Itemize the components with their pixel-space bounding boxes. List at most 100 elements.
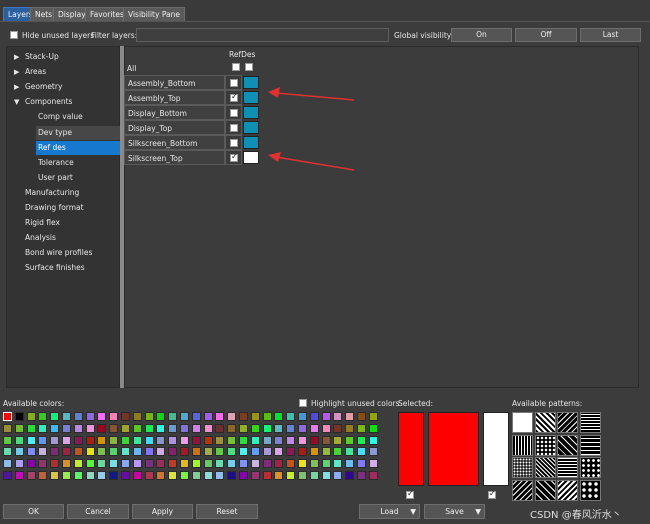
- palette-color-cell[interactable]: [345, 423, 355, 433]
- palette-color-cell[interactable]: [203, 459, 213, 469]
- global-last-button[interactable]: Last: [580, 28, 641, 42]
- palette-color-cell[interactable]: [191, 423, 201, 433]
- palette-color-cell[interactable]: [3, 412, 12, 421]
- palette-color-cell[interactable]: [3, 435, 12, 445]
- palette-color-cell[interactable]: [298, 423, 307, 433]
- palette-color-cell[interactable]: [38, 423, 48, 433]
- palette-color-cell[interactable]: [357, 447, 366, 457]
- layer-color-swatch[interactable]: [243, 76, 259, 89]
- palette-color-cell[interactable]: [144, 412, 154, 421]
- palette-color-cell[interactable]: [26, 412, 36, 421]
- palette-color-cell[interactable]: [180, 471, 189, 480]
- palette-color-cell[interactable]: [227, 459, 237, 469]
- layer-color-swatch[interactable]: [243, 151, 259, 164]
- palette-color-cell[interactable]: [132, 471, 142, 480]
- palette-color-cell[interactable]: [357, 423, 366, 433]
- palette-color-cell[interactable]: [321, 459, 331, 469]
- palette-color-cell[interactable]: [274, 423, 284, 433]
- palette-color-cell[interactable]: [357, 435, 366, 445]
- palette-color-cell[interactable]: [121, 435, 130, 445]
- selected-color-swatch-3[interactable]: [483, 412, 509, 486]
- palette-color-cell[interactable]: [345, 459, 355, 469]
- palette-color-cell[interactable]: [309, 435, 319, 445]
- palette-color-cell[interactable]: [239, 412, 248, 421]
- palette-color-cell[interactable]: [109, 471, 119, 480]
- tree-item-components[interactable]: ▼ Components: [7, 95, 119, 109]
- palette-color-cell[interactable]: [250, 423, 260, 433]
- reset-button[interactable]: Reset: [196, 504, 258, 519]
- palette-color-cell[interactable]: [333, 447, 343, 457]
- fill-pattern-cell[interactable]: [557, 434, 578, 456]
- palette-color-cell[interactable]: [274, 435, 284, 445]
- palette-color-cell[interactable]: [97, 447, 107, 457]
- palette-color-cell[interactable]: [121, 447, 130, 457]
- palette-color-cell[interactable]: [180, 412, 189, 421]
- tree-item-stack-up[interactable]: ▶ Stack-Up: [7, 50, 119, 64]
- collapsed-arrow-icon[interactable]: ▶: [14, 65, 19, 79]
- palette-color-cell[interactable]: [227, 471, 237, 480]
- palette-color-cell[interactable]: [345, 471, 355, 480]
- fill-pattern-cell[interactable]: [534, 479, 556, 501]
- palette-color-cell[interactable]: [333, 471, 343, 480]
- tree-item-ref-des[interactable]: Ref des: [36, 140, 120, 155]
- palette-color-cell[interactable]: [73, 471, 83, 480]
- palette-color-cell[interactable]: [309, 412, 319, 421]
- palette-color-cell[interactable]: [309, 423, 319, 433]
- palette-color-cell[interactable]: [168, 471, 178, 480]
- palette-color-cell[interactable]: [239, 459, 248, 469]
- palette-color-cell[interactable]: [274, 471, 284, 480]
- palette-color-cell[interactable]: [368, 471, 378, 480]
- layer-color-swatch[interactable]: [243, 136, 259, 149]
- palette-color-cell[interactable]: [144, 435, 154, 445]
- save-button[interactable]: Save ▼: [424, 504, 485, 519]
- palette-color-cell[interactable]: [333, 423, 343, 433]
- palette-color-cell[interactable]: [85, 412, 95, 421]
- palette-color-cell[interactable]: [215, 423, 225, 433]
- palette-color-cell[interactable]: [203, 435, 213, 445]
- palette-color-cell[interactable]: [239, 423, 248, 433]
- hide-unused-checkbox[interactable]: [10, 31, 18, 39]
- palette-color-cell[interactable]: [180, 423, 189, 433]
- palette-color-cell[interactable]: [121, 423, 130, 433]
- palette-color-cell[interactable]: [50, 447, 60, 457]
- palette-color-cell[interactable]: [227, 412, 237, 421]
- palette-color-cell[interactable]: [73, 412, 83, 421]
- palette-color-cell[interactable]: [286, 447, 296, 457]
- layer-visibility-checkbox[interactable]: [230, 124, 238, 132]
- palette-color-cell[interactable]: [274, 459, 284, 469]
- palette-color-cell[interactable]: [156, 447, 166, 457]
- palette-color-cell[interactable]: [144, 447, 154, 457]
- palette-color-cell[interactable]: [62, 435, 71, 445]
- palette-color-cell[interactable]: [250, 471, 260, 480]
- layer-visibility-checkbox[interactable]: [230, 139, 238, 147]
- palette-color-cell[interactable]: [368, 435, 378, 445]
- palette-color-cell[interactable]: [357, 459, 366, 469]
- palette-color-cell[interactable]: [50, 423, 60, 433]
- selected-color-swatch-1[interactable]: [398, 412, 424, 486]
- fill-pattern-cell[interactable]: [512, 457, 533, 478]
- palette-color-cell[interactable]: [298, 471, 307, 480]
- tree-item-rigid-flex[interactable]: Rigid flex: [7, 216, 119, 230]
- palette-color-cell[interactable]: [14, 412, 24, 421]
- palette-color-cell[interactable]: [62, 423, 71, 433]
- palette-color-cell[interactable]: [3, 471, 12, 480]
- palette-color-cell[interactable]: [321, 423, 331, 433]
- palette-color-cell[interactable]: [215, 459, 225, 469]
- palette-color-cell[interactable]: [286, 423, 296, 433]
- palette-color-cell[interactable]: [121, 471, 130, 480]
- global-off-button[interactable]: Off: [515, 28, 577, 42]
- ok-button[interactable]: OK: [3, 504, 64, 519]
- filter-layers-input[interactable]: [136, 28, 389, 42]
- palette-color-cell[interactable]: [14, 435, 24, 445]
- load-button[interactable]: Load ▼: [359, 504, 420, 519]
- tree-item-geometry[interactable]: ▶ Geometry: [7, 80, 119, 94]
- palette-color-cell[interactable]: [26, 459, 36, 469]
- palette-color-cell[interactable]: [97, 435, 107, 445]
- palette-color-cell[interactable]: [14, 447, 24, 457]
- palette-color-cell[interactable]: [132, 447, 142, 457]
- palette-color-cell[interactable]: [85, 471, 95, 480]
- palette-color-cell[interactable]: [215, 471, 225, 480]
- palette-color-cell[interactable]: [168, 435, 178, 445]
- palette-color-cell[interactable]: [309, 459, 319, 469]
- palette-color-cell[interactable]: [298, 412, 307, 421]
